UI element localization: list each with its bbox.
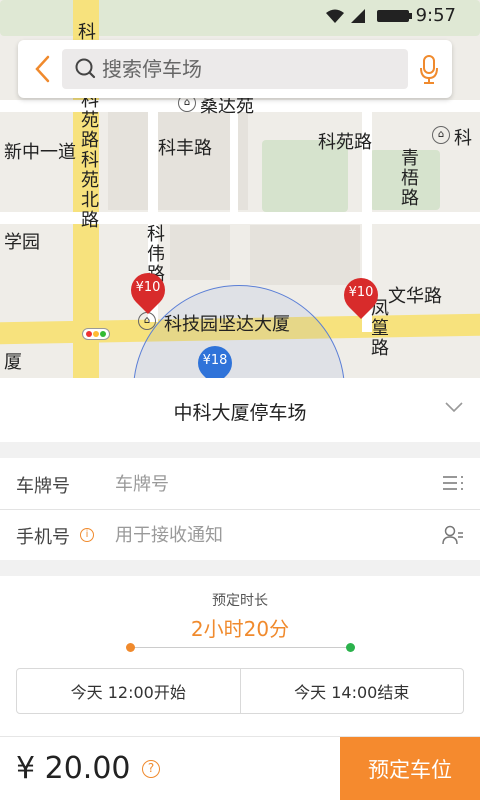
- map-label-wenhua-road: 文华路: [388, 286, 442, 307]
- duration-label: 预定时长: [212, 593, 268, 609]
- phone-row: 手机号 i: [0, 509, 480, 560]
- end-time-button[interactable]: 今天 14:00结束: [239, 669, 464, 713]
- book-spot-button[interactable]: 预定车位: [340, 737, 480, 800]
- search-box[interactable]: [62, 49, 408, 89]
- map-label-keyuan-road: 科苑路: [318, 132, 372, 153]
- price-help-icon[interactable]: ?: [142, 760, 160, 778]
- plate-row: 车牌号: [0, 458, 480, 509]
- footer-bar: ¥ 20.00 ? 预定车位: [0, 736, 480, 800]
- search-bar: [18, 40, 452, 98]
- parking-pin-price-10-left[interactable]: ¥10: [123, 265, 173, 317]
- duration-timeline: [130, 647, 350, 648]
- search-icon: [75, 58, 96, 79]
- status-bar: 9:57: [0, 0, 480, 32]
- map-label-ke-edge-text: 科: [454, 128, 472, 149]
- poi-icon: ⌂: [432, 126, 450, 144]
- start-dot: [126, 643, 135, 652]
- chevron-left-icon: [35, 55, 50, 83]
- status-time: 9:57: [415, 5, 456, 26]
- wifi-icon: [326, 9, 344, 23]
- parking-pin-price-10-right[interactable]: ¥10: [336, 270, 386, 322]
- map-label-kejiyuan-building-text: 科技园坚达大厦: [164, 314, 290, 335]
- map-label-ke-edge: ⌂ 科: [432, 124, 472, 150]
- microphone-icon: [420, 55, 438, 84]
- plate-input[interactable]: [115, 470, 415, 498]
- time-range: 今天 12:00开始 今天 14:00结束: [16, 668, 464, 714]
- plate-label: 车牌号: [16, 476, 70, 497]
- booking-form: 车牌号 手机号 i: [0, 458, 480, 560]
- map-label-xueyuan: 学园: [4, 232, 40, 253]
- duration-value: 2小时20分: [190, 617, 290, 641]
- price-total: ¥ 20.00: [16, 751, 131, 786]
- map-label-kefeng-road: 科丰路: [158, 138, 212, 159]
- parking-lot-name: 中科大厦停车场: [173, 402, 307, 424]
- duration-panel: 预定时长 2小时20分 今天 12:00开始 今天 14:00结束: [0, 576, 480, 736]
- traffic-light-icon: [82, 328, 110, 340]
- phone-input[interactable]: [115, 521, 415, 549]
- plate-list-icon[interactable]: [442, 474, 464, 492]
- map-label-xinzhong-road: 新中一道: [4, 142, 76, 163]
- phone-label: 手机号: [16, 527, 70, 548]
- contact-icon[interactable]: [442, 525, 464, 545]
- parking-lot-selector[interactable]: 中科大厦停车场: [0, 378, 480, 442]
- signal-icon: [351, 9, 365, 23]
- map-label-qingwu-road: 青梧路: [398, 148, 419, 208]
- end-dot: [346, 643, 355, 652]
- search-input[interactable]: [102, 57, 382, 81]
- chevron-down-icon: [445, 402, 463, 413]
- map-label-sha-text: 厦: [4, 352, 22, 373]
- pin-price-label: ¥10: [348, 285, 374, 300]
- start-time-button[interactable]: 今天 12:00开始: [17, 669, 240, 713]
- parking-pin-price-18[interactable]: ¥18: [190, 338, 240, 378]
- pin-price-label: ¥10: [135, 280, 161, 295]
- voice-search-button[interactable]: [414, 52, 444, 86]
- info-icon[interactable]: i: [80, 528, 94, 542]
- map-label-kehai-road: 科苑路科苑北路: [78, 90, 99, 230]
- pin-price-label: ¥18: [202, 353, 228, 368]
- map-label-sha: 厦: [4, 348, 44, 374]
- back-button[interactable]: [24, 50, 60, 88]
- battery-icon: [377, 10, 412, 22]
- map-label-sangdayuan-text: 桑达苑: [200, 96, 254, 117]
